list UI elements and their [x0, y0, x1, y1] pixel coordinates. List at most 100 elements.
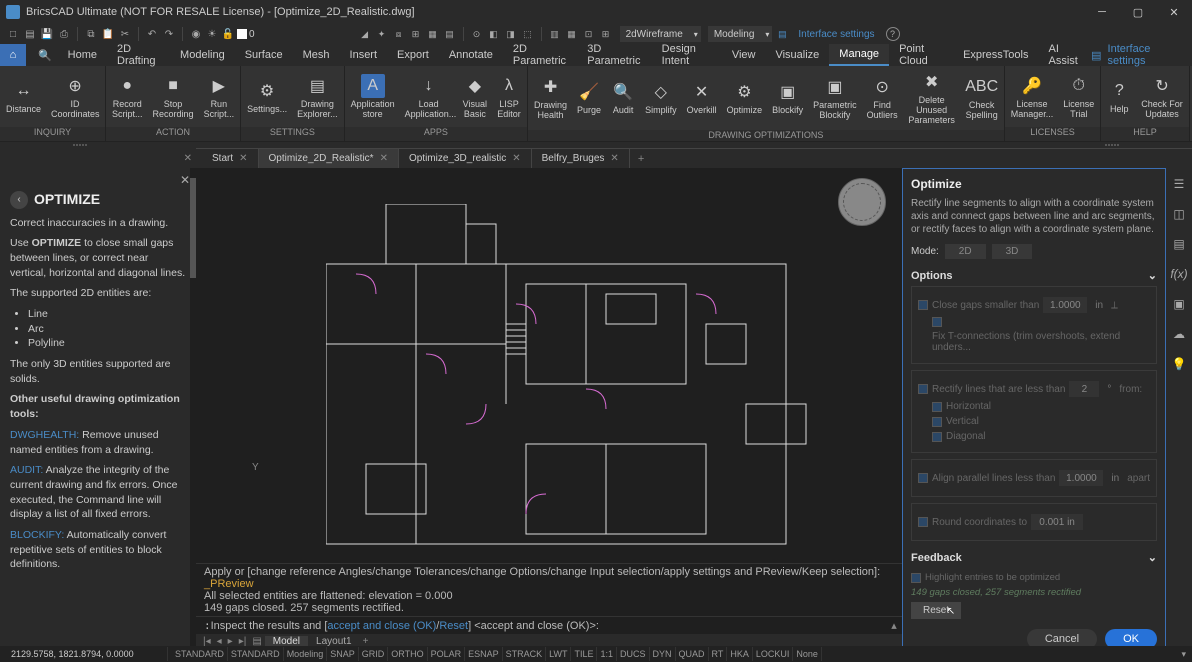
app-menu-button[interactable]: ⌂: [0, 44, 26, 66]
rectify-input[interactable]: [1069, 381, 1099, 397]
interface-settings-link-qat[interactable]: Interface settings: [798, 29, 874, 40]
doc-tab-start[interactable]: Start✕: [202, 149, 259, 169]
close-icon[interactable]: ✕: [239, 153, 247, 164]
left-panel-close-tab[interactable]: ✕: [184, 153, 192, 164]
qat-save-icon[interactable]: 💾: [40, 27, 54, 41]
qat-undo-icon[interactable]: ↶: [145, 27, 159, 41]
ribbon-tab-point-cloud[interactable]: Point Cloud: [889, 44, 953, 66]
qat-paste-icon[interactable]: 📋: [101, 27, 115, 41]
ribbon-application-button[interactable]: AApplicationstore: [351, 74, 395, 120]
maximize-button[interactable]: ▢: [1120, 0, 1156, 24]
doc-tab-optimize-2d-realistic-[interactable]: Optimize_2D_Realistic*✕: [259, 149, 399, 169]
structure-panel-icon[interactable]: ▤: [1171, 236, 1187, 252]
qat-icon-2[interactable]: ✦: [375, 27, 389, 41]
layout-prev-icon[interactable]: ◂: [214, 636, 225, 647]
status-strack[interactable]: STRACK: [503, 647, 547, 661]
ribbon-delete-unused-button[interactable]: ✖Delete UnusedParameters: [908, 70, 956, 126]
model-tab[interactable]: Model: [265, 636, 308, 647]
status-quad[interactable]: QUAD: [676, 647, 709, 661]
close-icon[interactable]: ✕: [610, 153, 618, 164]
ribbon-tab-design-intent[interactable]: Design Intent: [652, 44, 722, 66]
ribbon-tab-2d-drafting[interactable]: 2D Drafting: [107, 44, 170, 66]
ribbon-search-icon[interactable]: 🔍: [38, 49, 52, 62]
qat-view-icon-3[interactable]: ◨: [504, 27, 518, 41]
diagonal-checkbox[interactable]: [932, 432, 942, 442]
status-tile[interactable]: TILE: [571, 647, 597, 661]
ribbon-overkill-button[interactable]: ✕Overkill: [687, 80, 717, 116]
qat-print-icon[interactable]: ⎙: [57, 27, 71, 41]
status-11[interactable]: 1:1: [597, 647, 617, 661]
ribbon-find-button[interactable]: ⊙FindOutliers: [867, 75, 898, 121]
ribbon-tab-annotate[interactable]: Annotate: [439, 44, 503, 66]
qat-vs-icon-4[interactable]: ⊞: [599, 27, 613, 41]
qat-view-icon-4[interactable]: ⬚: [521, 27, 535, 41]
interface-settings-icon-right[interactable]: ▤: [1091, 49, 1101, 62]
ribbon-purge-button[interactable]: 🧹Purge: [577, 80, 601, 116]
qat-icon-6[interactable]: ▤: [443, 27, 457, 41]
status-hka[interactable]: HKA: [727, 647, 753, 661]
ribbon-tab-view[interactable]: View: [722, 44, 766, 66]
ribbon-run-button[interactable]: ▶RunScript...: [204, 74, 235, 120]
ribbon-check-button[interactable]: ABCCheckSpelling: [966, 75, 998, 121]
cloud-panel-icon[interactable]: ☁: [1171, 326, 1187, 342]
layout-next-icon[interactable]: ▸: [225, 636, 236, 647]
qat-vs-icon-3[interactable]: ⊡: [582, 27, 596, 41]
ribbon-blockify-button[interactable]: ▣Blockify: [772, 80, 803, 116]
qat-redo-icon[interactable]: ↷: [162, 27, 176, 41]
qat-view-icon-2[interactable]: ◧: [487, 27, 501, 41]
status-ortho[interactable]: ORTHO: [388, 647, 427, 661]
ribbon-drawing-button[interactable]: ✚DrawingHealth: [534, 75, 567, 121]
ribbon-license-button[interactable]: 🔑LicenseManager...: [1011, 74, 1054, 120]
visual-style-combo[interactable]: 2dWireframe: [620, 26, 701, 42]
ribbon-tab-home[interactable]: Home: [58, 44, 107, 66]
ribbon-settings--button[interactable]: ⚙Settings...: [247, 79, 287, 115]
ribbon-stop-button[interactable]: ■StopRecording: [153, 74, 194, 120]
ribbon-tab-modeling[interactable]: Modeling: [170, 44, 235, 66]
settings-panel-icon[interactable]: ☰: [1171, 176, 1187, 192]
ribbon-tab-visualize[interactable]: Visualize: [765, 44, 829, 66]
doc-tab-belfry-bruges[interactable]: Belfry_Bruges✕: [532, 149, 630, 169]
command-line[interactable]: :Inspect the results and [accept and clo…: [196, 617, 886, 634]
round-input[interactable]: [1031, 514, 1083, 530]
add-doc-button[interactable]: +: [630, 153, 652, 165]
ribbon-check-for-button[interactable]: ↻Check ForUpdates: [1141, 74, 1183, 120]
status-none[interactable]: None: [793, 647, 822, 661]
qat-cut-icon[interactable]: ✂: [118, 27, 132, 41]
horizontal-checkbox[interactable]: [932, 402, 942, 412]
qat-measure-icon[interactable]: ◢: [358, 27, 372, 41]
ribbon-help-button[interactable]: ?Help: [1107, 79, 1131, 115]
layout1-tab[interactable]: Layout1: [308, 636, 360, 647]
ribbon-id-button[interactable]: ⊕IDCoordinates: [51, 74, 99, 120]
layout-first-icon[interactable]: |◂: [200, 636, 214, 647]
ribbon-tab-export[interactable]: Export: [387, 44, 439, 66]
status-polar[interactable]: POLAR: [428, 647, 466, 661]
qat-vs-icon-2[interactable]: ▦: [565, 27, 579, 41]
ribbon-visual-button[interactable]: ◆VisualBasic: [463, 74, 487, 120]
status-snap[interactable]: SNAP: [327, 647, 359, 661]
status-esnap[interactable]: ESNAP: [465, 647, 503, 661]
ribbon-simplify-button[interactable]: ◇Simplify: [645, 80, 677, 116]
close-gaps-checkbox[interactable]: [918, 300, 928, 310]
interface-settings-link[interactable]: Interface settings: [1108, 43, 1184, 67]
ribbon-tab-insert[interactable]: Insert: [340, 44, 388, 66]
status-standard[interactable]: STANDARD: [228, 647, 284, 661]
layout-add-icon[interactable]: +: [360, 636, 372, 647]
rectify-checkbox[interactable]: [918, 384, 928, 394]
ribbon-tab-surface[interactable]: Surface: [235, 44, 293, 66]
ribbon-record-button[interactable]: ●RecordScript...: [112, 74, 143, 120]
close-window-button[interactable]: ✕: [1156, 0, 1192, 24]
status-dyn[interactable]: DYN: [650, 647, 676, 661]
mode-2d-button[interactable]: 2D: [945, 244, 986, 259]
status-expand-icon[interactable]: ▾: [1181, 649, 1192, 660]
mode-3d-button[interactable]: 3D: [992, 244, 1033, 259]
status-standard[interactable]: STANDARD: [172, 647, 228, 661]
status-modeling[interactable]: Modeling: [284, 647, 328, 661]
ribbon-tab-3d-parametric[interactable]: 3D Parametric: [577, 44, 651, 66]
layout-last-icon[interactable]: ▸|: [236, 636, 250, 647]
highlight-checkbox[interactable]: [911, 573, 921, 583]
qat-icon-4[interactable]: ⊞: [409, 27, 423, 41]
ribbon-tab-expresstools[interactable]: ExpressTools: [953, 44, 1038, 66]
interface-settings-icon[interactable]: ▤: [775, 27, 789, 41]
ribbon-drawing-button[interactable]: ▤DrawingExplorer...: [297, 74, 338, 120]
qat-view-icon-1[interactable]: ⊙: [470, 27, 484, 41]
